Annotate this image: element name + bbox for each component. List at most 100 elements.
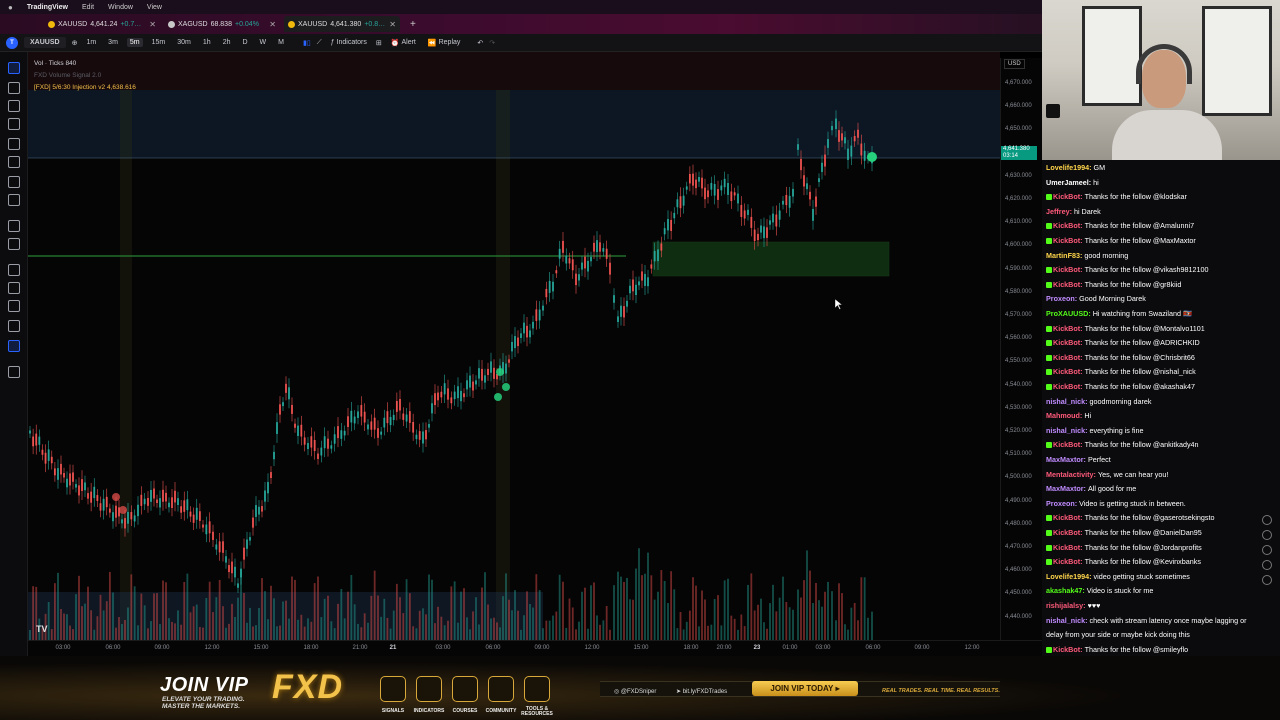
chat-username[interactable]: nishal_nick:: [1046, 426, 1090, 435]
chat-username[interactable]: Lovelife1994:: [1046, 572, 1094, 581]
favorites-icon[interactable]: [8, 340, 20, 352]
close-icon[interactable]: ✕: [149, 20, 156, 29]
chat-popout-icon[interactable]: [1262, 575, 1272, 585]
volume-bar: [824, 591, 826, 640]
text-icon[interactable]: [8, 176, 20, 188]
tf-1h[interactable]: 1h: [200, 38, 214, 47]
chat-username[interactable]: KickBot:: [1053, 324, 1085, 333]
chat-username[interactable]: UmerJameel:: [1046, 178, 1093, 187]
chat-gift-icon[interactable]: [1262, 560, 1272, 570]
chat-username[interactable]: KickBot:: [1053, 280, 1085, 289]
alert-button[interactable]: ⏰ Alert: [388, 38, 419, 48]
pattern-icon[interactable]: [8, 118, 20, 130]
cursor-icon[interactable]: [8, 62, 20, 74]
tf-d[interactable]: D: [239, 38, 250, 47]
chat-username[interactable]: Jeffrey:: [1046, 207, 1074, 216]
currency-label[interactable]: USD: [1004, 59, 1025, 69]
trendline-icon[interactable]: [8, 82, 20, 94]
chat-username[interactable]: Mahmoud:: [1046, 411, 1084, 420]
injection-indicator-label[interactable]: [FXD] 5/6:30 Injection v2: [34, 84, 105, 91]
chat-username[interactable]: KickBot:: [1053, 382, 1085, 391]
tf-5m[interactable]: 5m: [126, 38, 143, 47]
chat-username[interactable]: Proxeon:: [1046, 294, 1079, 303]
undo-icon[interactable]: ↶: [477, 39, 483, 47]
shapes-icon[interactable]: [8, 156, 20, 168]
chat-username[interactable]: KickBot:: [1053, 645, 1085, 654]
forecast-icon[interactable]: [8, 138, 20, 150]
layout-icon[interactable]: ⊞: [376, 39, 382, 47]
chat-username[interactable]: Lovelife1994:: [1046, 163, 1094, 172]
chat-username[interactable]: ProXAUUSD:: [1046, 309, 1093, 318]
ruler-icon[interactable]: [8, 220, 20, 232]
chat-username[interactable]: MartinF83:: [1046, 251, 1084, 260]
chat-scroll-up-icon[interactable]: [1262, 530, 1272, 540]
join-vip-today-button[interactable]: JOIN VIP TODAY ▸: [752, 681, 858, 696]
chat-username[interactable]: nishal_nick:: [1046, 397, 1090, 406]
volume-indicator-label[interactable]: Vol · Ticks: [34, 60, 64, 67]
replay-button[interactable]: ⏪ Replay: [425, 38, 464, 48]
tf-m[interactable]: M: [275, 38, 287, 47]
chat-username[interactable]: MaxMaxtor:: [1046, 484, 1088, 493]
chat-username[interactable]: akashak47:: [1046, 586, 1087, 595]
app-name[interactable]: TradingView: [27, 4, 68, 11]
lock-drawing-icon[interactable]: [8, 282, 20, 294]
chat-username[interactable]: KickBot:: [1053, 338, 1085, 347]
chat-message: Lovelife1994: GM: [1046, 163, 1105, 172]
add-symbol-icon[interactable]: ⊕: [72, 39, 78, 47]
chat-settings-icon[interactable]: [1262, 515, 1272, 525]
menu-view[interactable]: View: [147, 4, 162, 11]
magnet-icon[interactable]: [8, 264, 20, 276]
chat-username[interactable]: KickBot:: [1053, 192, 1085, 201]
chat-username[interactable]: MaxMaxtor:: [1046, 455, 1088, 464]
chat-username[interactable]: KickBot:: [1053, 543, 1085, 552]
redo-icon[interactable]: ↷: [489, 39, 495, 47]
tf-1m[interactable]: 1m: [83, 38, 99, 47]
trash-icon[interactable]: [8, 366, 20, 378]
time-axis[interactable]: 03:00 06:00 09:00 12:00 15:00 18:00 21:00 21 03:…: [28, 640, 1042, 656]
price-chart[interactable]: [28, 52, 1000, 640]
chat-panel[interactable]: Lovelife1994: GM UmerJameel: hi KickBot: T…: [1042, 160, 1280, 700]
menu-edit[interactable]: Edit: [82, 4, 94, 11]
lock-icon[interactable]: [8, 300, 20, 312]
tf-30m[interactable]: 30m: [174, 38, 194, 47]
apple-icon[interactable]: ●: [8, 3, 13, 12]
tab-xauusd-2[interactable]: XAUUSD 4,641.380 +0.8… ✕: [284, 16, 400, 32]
patterns-icon[interactable]: [8, 194, 20, 206]
new-tab-icon[interactable]: +: [410, 19, 416, 30]
chat-username[interactable]: rishijalalsy:: [1046, 601, 1088, 610]
close-icon[interactable]: ✕: [269, 20, 276, 29]
line-chart-icon[interactable]: ⟋: [317, 39, 322, 47]
volume-signal-label[interactable]: FXD Volume Signal 2.0: [34, 70, 136, 82]
chat-username[interactable]: KickBot:: [1053, 236, 1085, 245]
menu-window[interactable]: Window: [108, 4, 133, 11]
chat-username[interactable]: KickBot:: [1053, 265, 1085, 274]
chat-username[interactable]: KickBot:: [1053, 221, 1085, 230]
tf-15m[interactable]: 15m: [149, 38, 169, 47]
chat-username[interactable]: KickBot:: [1053, 513, 1085, 522]
chat-username[interactable]: KickBot:: [1053, 557, 1085, 566]
close-icon[interactable]: ✕: [389, 20, 396, 29]
indicators-button[interactable]: ƒ Indicators: [328, 38, 370, 47]
chat-username[interactable]: KickBot:: [1053, 440, 1085, 449]
tf-2h[interactable]: 2h: [220, 38, 234, 47]
chart-canvas[interactable]: [28, 52, 1000, 640]
chat-username[interactable]: KickBot:: [1053, 367, 1085, 376]
fib-icon[interactable]: [8, 100, 20, 112]
volume-bar: [180, 624, 183, 640]
tab-xagusd[interactable]: XAGUSD 68.838 +0.04% ✕: [164, 16, 280, 32]
zoom-icon[interactable]: [8, 238, 20, 250]
chat-username[interactable]: Mentalactivity:: [1046, 470, 1098, 479]
chat-username[interactable]: KickBot:: [1053, 353, 1085, 362]
symbol-search[interactable]: XAUUSD: [24, 37, 66, 48]
eye-icon[interactable]: [8, 320, 20, 332]
tab-xauusd-1[interactable]: XAUUSD 4,641.24 +0.7… ✕: [44, 16, 160, 32]
tf-3m[interactable]: 3m: [105, 38, 121, 47]
chart-type-icon[interactable]: ▮▯: [303, 39, 311, 47]
tf-w[interactable]: W: [257, 38, 270, 47]
chat-username[interactable]: Proxeon:: [1046, 499, 1079, 508]
chat-username[interactable]: KickBot:: [1053, 528, 1085, 537]
chat-emote-icon[interactable]: [1262, 545, 1272, 555]
chat-username[interactable]: nishal_nick:: [1046, 616, 1090, 625]
profile-icon[interactable]: T: [6, 36, 18, 49]
candle-body: [108, 508, 111, 513]
